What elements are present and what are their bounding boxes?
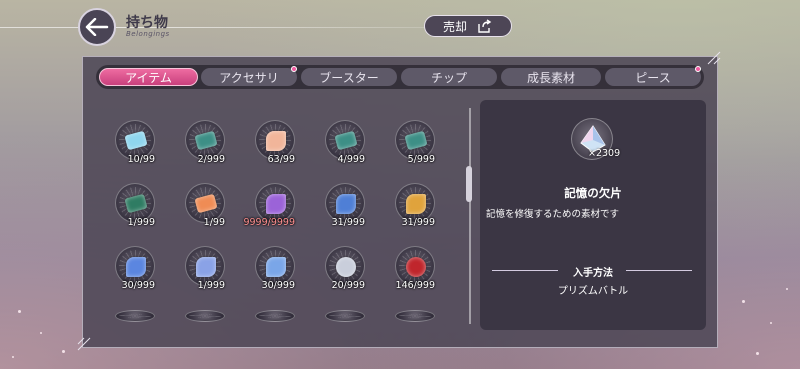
- background-sparkle: [12, 356, 14, 358]
- background-sparkle: [742, 300, 745, 303]
- tab-label: ピース: [635, 70, 671, 85]
- tab-label: アクセサリ: [219, 70, 279, 85]
- tab-label: アイテム: [125, 70, 172, 85]
- page-subtitle: Belongings: [126, 30, 170, 38]
- scrollbar-thumb[interactable]: [466, 166, 472, 202]
- detail-item-name: 記憶の欠片: [564, 186, 622, 200]
- tab-boosters[interactable]: ブースター: [301, 68, 397, 86]
- teal-ticket-icon: [404, 130, 428, 151]
- item-count: 30/999: [261, 280, 295, 291]
- detail-count: ×2309: [588, 148, 621, 159]
- item-count: 4/999: [337, 154, 365, 165]
- new-badge-icon: [695, 66, 701, 72]
- inventory-item[interactable]: [325, 310, 365, 322]
- orange-ticket-icon: [194, 193, 218, 214]
- teal-ticket-icon: [334, 130, 358, 151]
- red-orb-icon: [406, 257, 426, 277]
- page-title: 持ち物: [126, 15, 168, 31]
- header-line: [0, 27, 80, 28]
- item-count: 1/999: [127, 217, 155, 228]
- background-sparkle: [40, 332, 42, 334]
- background-sparkle: [62, 350, 65, 353]
- item-count: 31/999: [331, 217, 365, 228]
- tab-chips[interactable]: チップ: [401, 68, 497, 86]
- item-count: 31/999: [401, 217, 435, 228]
- item-count: 63/99: [267, 154, 295, 165]
- blue-charm-icon: [336, 194, 356, 214]
- inventory-item[interactable]: [185, 310, 225, 322]
- teal-ticket-icon: [194, 130, 218, 151]
- tab-label: 成長素材: [526, 70, 575, 85]
- new-badge-icon: [291, 66, 297, 72]
- back-button[interactable]: [78, 8, 116, 46]
- potion-bottle-icon: [196, 257, 216, 277]
- blue-bell-icon: [126, 257, 146, 277]
- tab-items[interactable]: アイテム: [99, 68, 198, 86]
- gold-charm-icon: [406, 194, 426, 214]
- peach-crystal-icon: [266, 131, 286, 151]
- green-ticket-icon: [124, 193, 148, 214]
- silver-cluster-icon: [336, 257, 356, 277]
- tab-pieces[interactable]: ピース: [605, 68, 701, 86]
- scrollbar-track[interactable]: [469, 108, 471, 324]
- acquisition-title: 入手方法: [573, 268, 613, 279]
- item-count: 146/999: [395, 280, 435, 291]
- export-icon: [478, 19, 492, 33]
- item-count: 30/999: [121, 280, 155, 291]
- tab-growth-materials[interactable]: 成長素材: [501, 68, 601, 86]
- acquisition-method: プリズムバトル: [557, 286, 629, 297]
- sell-button[interactable]: 売却: [424, 15, 512, 37]
- background-sparkle: [770, 322, 772, 324]
- item-count: 1/999: [197, 280, 225, 291]
- item-count: 1/99: [203, 217, 225, 228]
- item-count: 9999/9999: [243, 217, 295, 228]
- inventory-item[interactable]: [395, 310, 435, 322]
- item-count: 2/999: [197, 154, 225, 165]
- tab-label: ブースター: [319, 70, 379, 85]
- tab-label: チップ: [430, 70, 467, 85]
- background-sparkle: [18, 310, 21, 313]
- corner-ornament-icon: [77, 337, 91, 351]
- detail-description: 記憶を修復するための素材です: [486, 209, 620, 220]
- item-count: 5/999: [407, 154, 435, 165]
- inventory-item[interactable]: [255, 310, 295, 322]
- back-arrow-icon: [85, 18, 109, 36]
- inventory-item[interactable]: [115, 310, 155, 322]
- background-sparkle: [786, 288, 788, 290]
- item-count: 20/999: [331, 280, 365, 291]
- background-sparkle: [756, 352, 759, 355]
- sell-label: 売却: [442, 19, 467, 34]
- tab-accessories[interactable]: アクセサリ: [201, 68, 297, 86]
- blue-ticket-icon: [124, 130, 148, 151]
- blue-gem-icon: [266, 257, 286, 277]
- item-count: 10/99: [127, 154, 155, 165]
- corner-ornament-icon: [707, 51, 721, 65]
- purple-crystal-icon: [266, 194, 286, 214]
